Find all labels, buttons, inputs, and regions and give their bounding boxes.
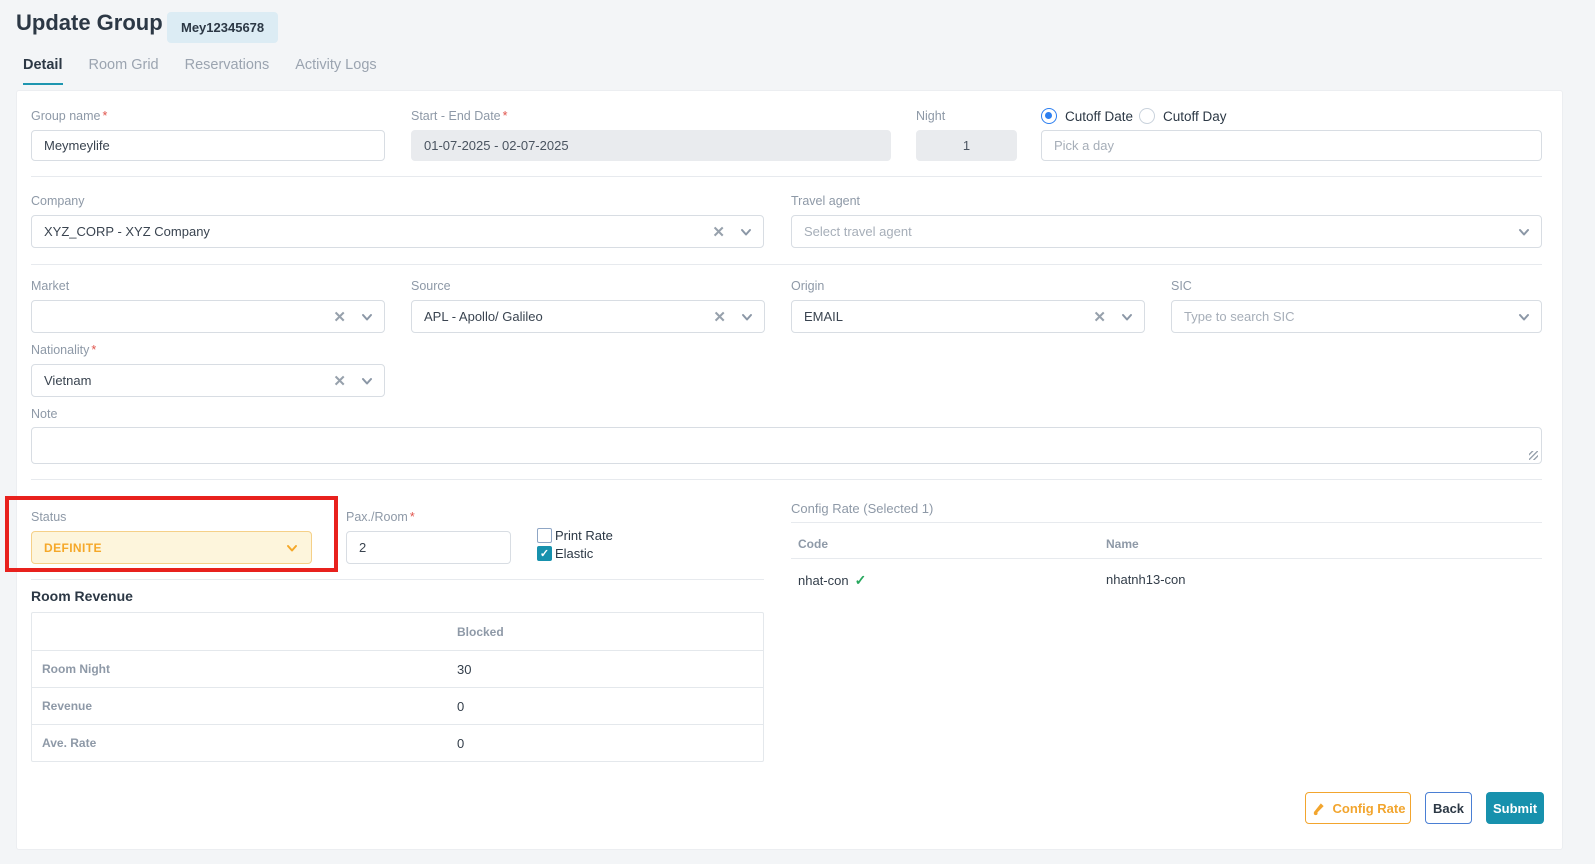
cutoff-day-radio[interactable] bbox=[1139, 108, 1155, 124]
cutoff-date-radio[interactable] bbox=[1041, 108, 1057, 124]
config-rate-col-name: Name bbox=[1106, 537, 1139, 551]
night-label: Night bbox=[916, 109, 945, 123]
page-title: Update Group bbox=[16, 10, 163, 36]
group-name-input[interactable] bbox=[31, 130, 385, 161]
clear-icon[interactable]: ✕ bbox=[713, 308, 726, 326]
row-label: Ave. Rate bbox=[32, 736, 457, 750]
origin-value: EMAIL bbox=[804, 309, 1093, 324]
chevron-down-icon[interactable] bbox=[360, 310, 374, 324]
night-input: 1 bbox=[916, 130, 1017, 161]
room-revenue-table: Blocked Room Night 30 Revenue 0 Ave. Rat… bbox=[31, 612, 764, 762]
group-name-label: Group name* bbox=[31, 109, 107, 123]
note-textarea[interactable] bbox=[31, 427, 1542, 464]
elastic-checkbox[interactable] bbox=[537, 546, 552, 561]
table-row: Revenue 0 bbox=[32, 687, 763, 724]
source-label: Source bbox=[411, 279, 451, 293]
divider bbox=[31, 264, 1542, 265]
origin-label: Origin bbox=[791, 279, 824, 293]
config-rate-row-name: nhatnh13-con bbox=[1106, 572, 1186, 587]
resize-handle-icon[interactable] bbox=[1529, 451, 1538, 460]
clear-icon[interactable]: ✕ bbox=[333, 372, 346, 390]
cutoff-day-radio-label: Cutoff Day bbox=[1163, 109, 1227, 124]
status-label: Status bbox=[31, 510, 66, 524]
check-icon: ✓ bbox=[855, 572, 867, 588]
market-select[interactable]: ✕ bbox=[31, 300, 385, 333]
divider bbox=[31, 176, 1542, 177]
detail-form-card: Group name* Start - End Date* 01-07-2025… bbox=[16, 90, 1563, 850]
print-rate-checkbox[interactable] bbox=[537, 528, 552, 543]
row-value: 0 bbox=[457, 736, 464, 751]
date-range-input: 01-07-2025 - 02-07-2025 bbox=[411, 130, 891, 161]
config-rate-col-code: Code bbox=[798, 537, 828, 551]
tab-bar: Detail Room Grid Reservations Activity L… bbox=[23, 57, 377, 85]
row-value: 0 bbox=[457, 699, 464, 714]
chevron-down-icon[interactable] bbox=[739, 225, 753, 239]
pax-room-label: Pax./Room* bbox=[346, 510, 415, 524]
divider bbox=[31, 579, 764, 580]
chevron-down-icon[interactable] bbox=[1120, 310, 1134, 324]
origin-select[interactable]: EMAIL ✕ bbox=[791, 300, 1145, 333]
blocked-column-header: Blocked bbox=[457, 625, 504, 639]
rate-pen-icon bbox=[1311, 801, 1326, 816]
chevron-down-icon[interactable] bbox=[740, 310, 754, 324]
market-label: Market bbox=[31, 279, 69, 293]
cutoff-day-radio-row: Cutoff Day bbox=[1139, 108, 1227, 124]
group-code-badge: Mey12345678 bbox=[167, 12, 278, 43]
clear-icon[interactable]: ✕ bbox=[333, 308, 346, 326]
clear-icon[interactable]: ✕ bbox=[1093, 308, 1106, 326]
table-row: Ave. Rate 0 bbox=[32, 724, 763, 761]
travel-agent-select[interactable]: Select travel agent bbox=[791, 215, 1542, 248]
chevron-down-icon[interactable] bbox=[285, 541, 299, 555]
table-row: Room Night 30 bbox=[32, 650, 763, 687]
submit-button[interactable]: Submit bbox=[1486, 792, 1544, 824]
room-revenue-title: Room Revenue bbox=[31, 588, 133, 604]
config-rate-button[interactable]: Config Rate bbox=[1305, 792, 1411, 824]
tab-detail[interactable]: Detail bbox=[23, 57, 63, 85]
chevron-down-icon[interactable] bbox=[360, 374, 374, 388]
travel-agent-placeholder: Select travel agent bbox=[804, 224, 1517, 239]
config-rate-section-title: Config Rate (Selected 1) bbox=[791, 501, 933, 516]
pax-room-input[interactable] bbox=[346, 531, 511, 564]
company-select[interactable]: XYZ_CORP - XYZ Company ✕ bbox=[31, 215, 764, 248]
pick-a-day-input[interactable] bbox=[1041, 130, 1542, 161]
travel-agent-label: Travel agent bbox=[791, 194, 860, 208]
chevron-down-icon[interactable] bbox=[1517, 310, 1531, 324]
update-group-page: Update Group Mey12345678 Detail Room Gri… bbox=[0, 0, 1595, 864]
sic-select[interactable]: Type to search SIC bbox=[1171, 300, 1542, 333]
status-value: DEFINITE bbox=[44, 541, 285, 555]
row-value: 30 bbox=[457, 662, 471, 677]
date-range-label: Start - End Date* bbox=[411, 109, 508, 123]
status-select[interactable]: DEFINITE bbox=[31, 531, 312, 564]
nationality-select[interactable]: Vietnam ✕ bbox=[31, 364, 385, 397]
row-label: Room Night bbox=[32, 662, 457, 676]
print-rate-checkbox-row: Print Rate bbox=[537, 528, 613, 543]
table-header-row: Blocked bbox=[32, 613, 763, 650]
back-button[interactable]: Back bbox=[1425, 792, 1472, 824]
tab-room-grid[interactable]: Room Grid bbox=[89, 57, 159, 85]
elastic-label: Elastic bbox=[555, 546, 593, 561]
note-label: Note bbox=[31, 407, 57, 421]
divider bbox=[31, 479, 1542, 480]
nationality-label: Nationality* bbox=[31, 343, 96, 357]
tab-activity-logs[interactable]: Activity Logs bbox=[295, 57, 376, 85]
company-value: XYZ_CORP - XYZ Company bbox=[44, 224, 712, 239]
chevron-down-icon[interactable] bbox=[1517, 225, 1531, 239]
sic-placeholder: Type to search SIC bbox=[1184, 309, 1517, 324]
print-rate-label: Print Rate bbox=[555, 528, 613, 543]
clear-icon[interactable]: ✕ bbox=[712, 223, 725, 241]
elastic-checkbox-row: Elastic bbox=[537, 546, 593, 561]
row-label: Revenue bbox=[32, 699, 457, 713]
source-value: APL - Apollo/ Galileo bbox=[424, 309, 713, 324]
nationality-value: Vietnam bbox=[44, 373, 333, 388]
divider bbox=[791, 558, 1542, 559]
sic-label: SIC bbox=[1171, 279, 1192, 293]
cutoff-date-radio-row: Cutoff Date bbox=[1041, 108, 1133, 124]
divider bbox=[791, 522, 1542, 523]
cutoff-date-radio-label: Cutoff Date bbox=[1065, 109, 1133, 124]
source-select[interactable]: APL - Apollo/ Galileo ✕ bbox=[411, 300, 765, 333]
company-label: Company bbox=[31, 194, 85, 208]
tab-reservations[interactable]: Reservations bbox=[185, 57, 270, 85]
config-rate-row-code: nhat-con✓ bbox=[798, 572, 866, 589]
